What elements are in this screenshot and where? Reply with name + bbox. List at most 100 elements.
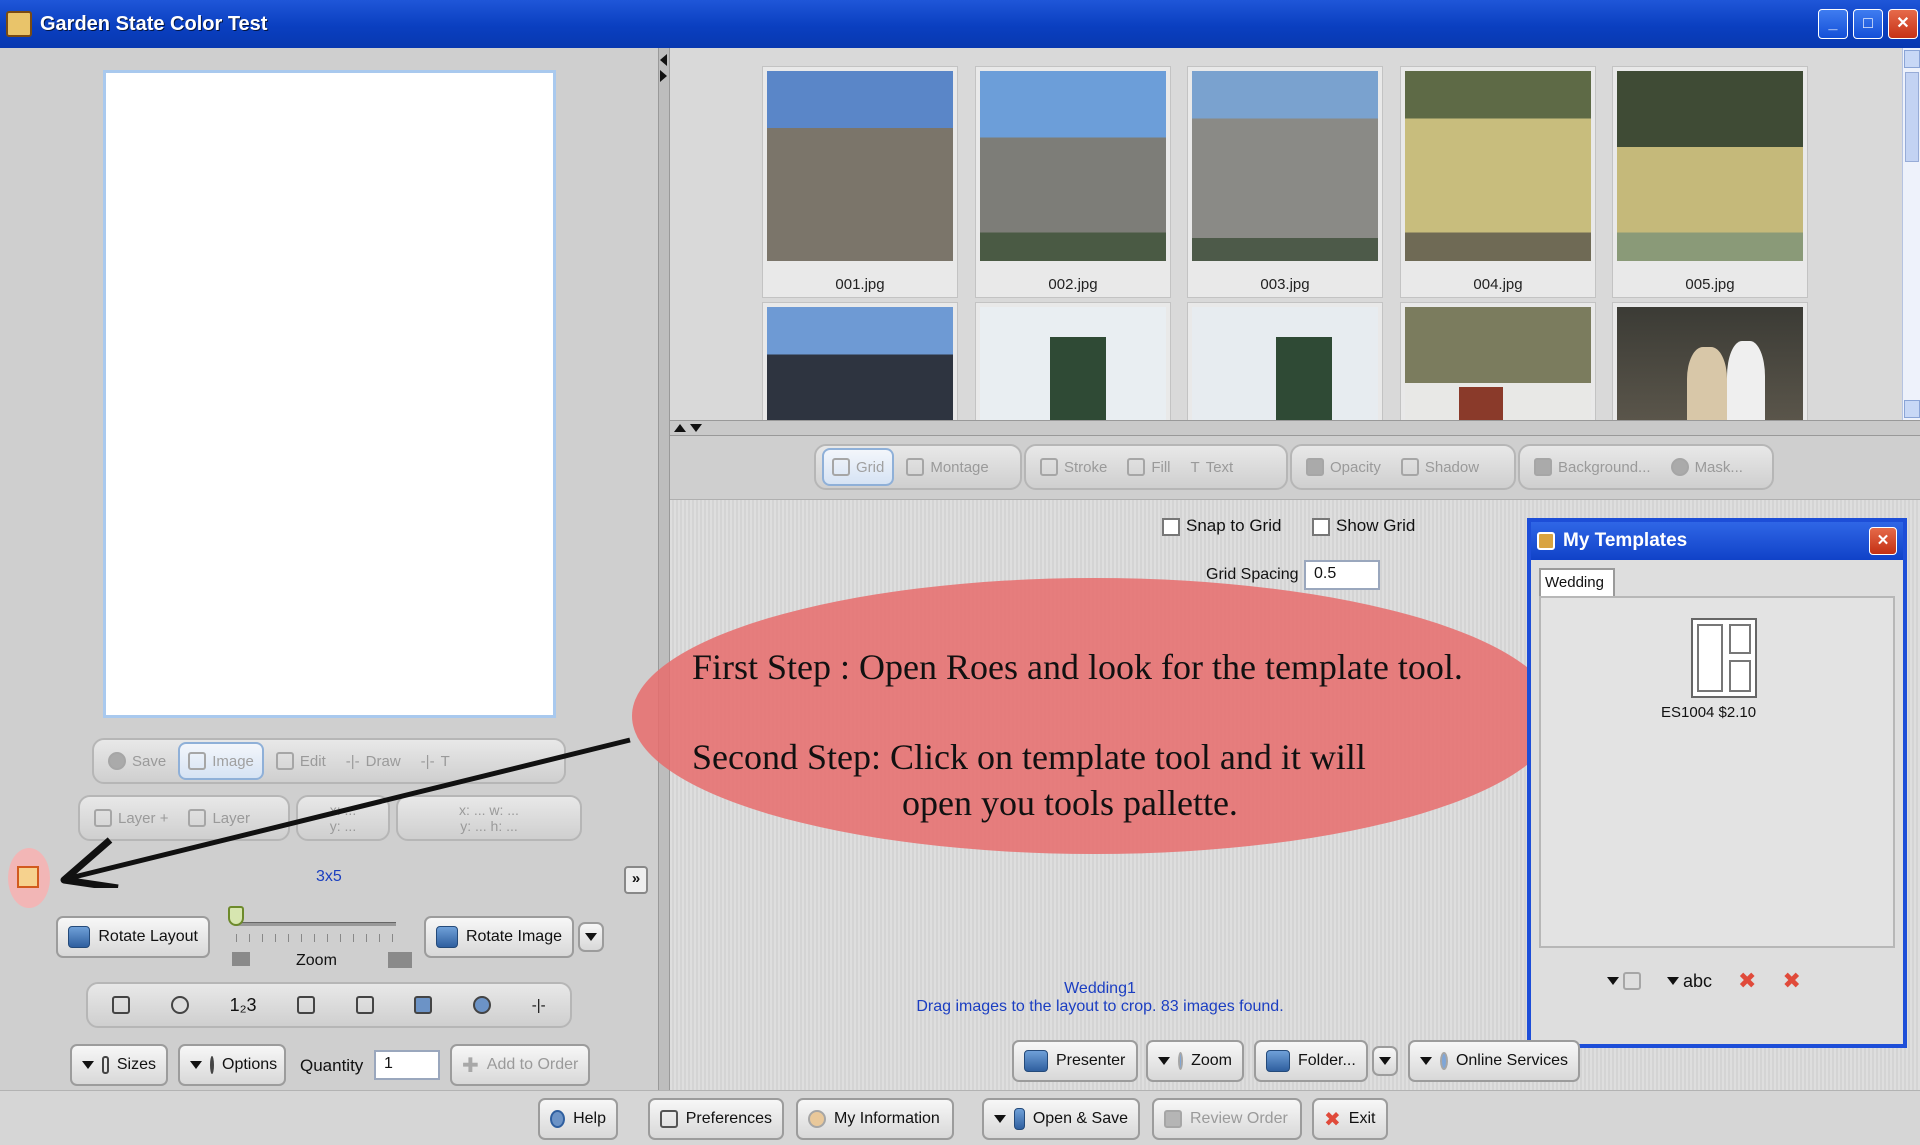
online-services-button[interactable]: Online Services [1408, 1040, 1580, 1082]
template-tool-button[interactable] [8, 848, 50, 908]
align-center-icon[interactable] [355, 996, 374, 1014]
maximize-button[interactable]: □ [1853, 9, 1883, 39]
stroke-tool[interactable]: Stroke [1032, 448, 1115, 486]
status-layout-name: Wedding1 [1064, 980, 1136, 997]
frame-icon[interactable] [112, 996, 131, 1014]
preferences-button[interactable]: Preferences [648, 1098, 784, 1140]
refresh-icon[interactable] [473, 996, 492, 1014]
grid-spacing-input[interactable]: 0.5 [1304, 560, 1380, 590]
scroll-up-icon[interactable] [1904, 50, 1920, 68]
templates-title-bar: My Templates [1531, 522, 1903, 560]
mask-tool[interactable]: Mask... [1663, 448, 1751, 486]
my-templates-window: My Templates ✕ Wedding ES1004 $2.10 abc … [1527, 518, 1907, 1048]
zoom-in-icon[interactable] [388, 952, 412, 968]
sizes-button[interactable]: Sizes [70, 1044, 168, 1086]
folder-dropdown[interactable] [1372, 1046, 1398, 1076]
template-item[interactable] [1691, 618, 1757, 698]
thumb-image [767, 71, 953, 261]
exit-button[interactable]: ✖ Exit [1312, 1098, 1388, 1140]
show-grid-option[interactable]: Show Grid [1312, 516, 1415, 536]
open-save-button[interactable]: Open & Save [982, 1098, 1140, 1140]
grid-spacing-label: Grid Spacing [1206, 566, 1299, 583]
thumb-image [1617, 307, 1803, 420]
rotate-image-button[interactable]: Rotate Image [424, 916, 574, 958]
text-style-tool[interactable]: T Text [1183, 448, 1242, 486]
shadow-tool[interactable]: Shadow [1393, 448, 1487, 486]
add-template-button[interactable] [1607, 972, 1641, 990]
zoom-label: Zoom [296, 952, 337, 969]
background-tool[interactable]: Background... [1526, 448, 1659, 486]
delete-template-icon[interactable]: ✖ [1738, 968, 1756, 994]
numbering-icon[interactable]: 1₂3 [230, 995, 257, 1016]
chevron-down-icon [82, 1061, 94, 1069]
montage-tool[interactable]: Montage [898, 448, 996, 486]
thumb-image [767, 307, 953, 420]
panel-splitter[interactable] [658, 48, 670, 1100]
thumbnail[interactable]: 001.jpg [762, 66, 958, 298]
browser-splitter[interactable] [670, 420, 1920, 436]
rotate-layout-button[interactable]: Rotate Layout [56, 916, 210, 958]
template-item-label: ES1004 $2.10 [1661, 704, 1757, 721]
rotate-image-dropdown[interactable] [578, 922, 604, 952]
thumbnail[interactable]: 002.jpg [975, 66, 1171, 298]
zoom-slider-track [236, 922, 396, 926]
close-button[interactable]: ✕ [1888, 9, 1918, 39]
thumbnail[interactable] [975, 302, 1171, 420]
zoom-out-icon[interactable] [232, 952, 250, 966]
template-icon [17, 866, 39, 888]
help-icon [550, 1110, 566, 1128]
distribute-icon[interactable] [297, 996, 316, 1014]
clear-templates-icon[interactable]: ✖ [1782, 968, 1800, 994]
thumbnail-scrollbar[interactable] [1902, 48, 1920, 420]
add-to-order-button[interactable]: ✚ Add to Order [450, 1044, 590, 1086]
chevron-down-icon [1667, 977, 1679, 985]
options-button[interactable]: Options [178, 1044, 286, 1086]
zoom-slider-thumb[interactable] [228, 906, 244, 926]
snap-to-grid-option[interactable]: Snap to Grid [1162, 516, 1281, 536]
snap-to-grid-checkbox[interactable] [1162, 517, 1180, 536]
review-order-button[interactable]: Review Order [1152, 1098, 1302, 1140]
rotate-image-icon [436, 926, 458, 948]
exit-icon: ✖ [1324, 1108, 1341, 1131]
crop-marks-icon[interactable]: -|- [532, 997, 546, 1014]
style-tool-group: Stroke Fill T Text [1024, 444, 1288, 490]
thumbnail[interactable] [1612, 302, 1808, 420]
tab-wedding[interactable]: Wedding [1539, 568, 1615, 596]
thumb-image [980, 71, 1166, 261]
show-grid-checkbox[interactable] [1312, 517, 1330, 536]
minimize-button[interactable]: _ [1818, 9, 1848, 39]
thumbnail[interactable]: 004.jpg [1400, 66, 1596, 298]
thumbnail[interactable]: 005.jpg [1612, 66, 1808, 298]
layout-canvas[interactable] [103, 70, 556, 718]
templates-close-button[interactable]: ✕ [1869, 527, 1897, 555]
collapse-right-icon [660, 70, 667, 82]
title-bar: Garden State Color Test _ □ ✕ [0, 0, 1920, 48]
help-button[interactable]: Help [538, 1098, 618, 1140]
zoom-button[interactable]: Zoom [1146, 1040, 1244, 1082]
thumb-image [1192, 307, 1378, 420]
folder-button[interactable]: Folder... [1254, 1040, 1368, 1082]
rename-template-button[interactable]: abc [1667, 971, 1712, 992]
opacity-tool[interactable]: Opacity [1298, 448, 1389, 486]
montage-icon [906, 458, 925, 476]
user-icon [808, 1110, 826, 1128]
text-icon: T [1190, 458, 1200, 476]
person-icon[interactable] [170, 996, 189, 1014]
thumbnail[interactable] [1187, 302, 1383, 420]
scroll-down-icon[interactable] [1904, 400, 1920, 418]
collapse-left-icon [660, 54, 667, 66]
mask-icon [1670, 458, 1689, 476]
thumbnail[interactable] [1400, 302, 1596, 420]
my-information-button[interactable]: My Information [796, 1098, 954, 1140]
fill-tool[interactable]: Fill [1119, 448, 1178, 486]
shadow-icon [1400, 458, 1419, 476]
presenter-button[interactable]: Presenter [1012, 1040, 1138, 1082]
scroll-thumb[interactable] [1905, 72, 1919, 162]
effects-toolbar: Grid Montage Stroke Fill T Text Opacity S… [670, 436, 1920, 500]
thumbnail[interactable]: 003.jpg [1187, 66, 1383, 298]
fit-image-icon[interactable] [414, 996, 433, 1014]
chevron-down-icon [994, 1115, 1006, 1123]
thumbnail[interactable] [762, 302, 958, 420]
grid-tool[interactable]: Grid [822, 448, 895, 486]
quantity-input[interactable]: 1 [374, 1050, 440, 1080]
